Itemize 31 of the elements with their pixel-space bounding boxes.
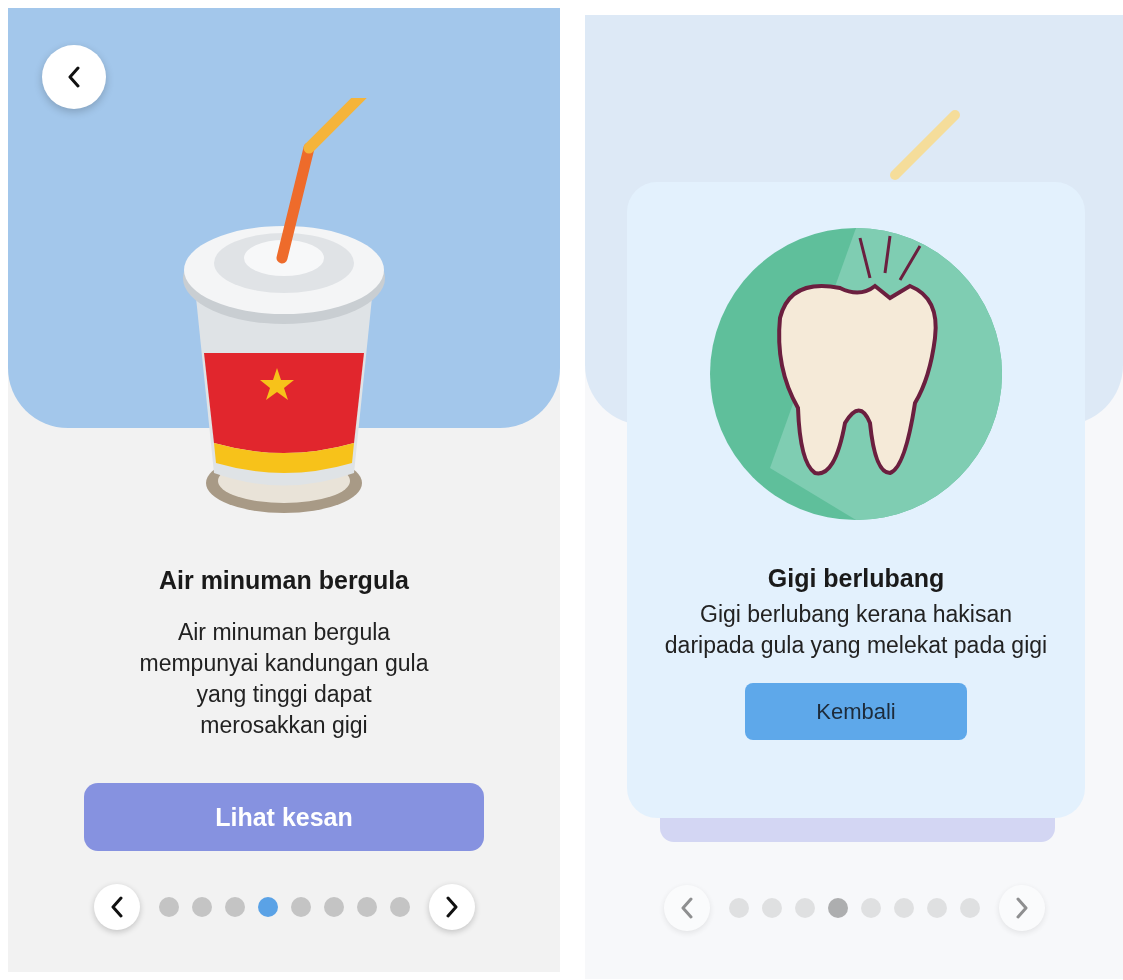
back-button[interactable]: Kembali xyxy=(745,683,967,740)
chevron-left-icon xyxy=(109,896,124,918)
page-dot[interactable] xyxy=(290,897,311,917)
page-dot[interactable] xyxy=(158,897,179,917)
modal-title: Gigi berlubang xyxy=(767,564,945,593)
view-effect-button[interactable]: Lihat kesan xyxy=(84,783,484,851)
modal-description: Gigi berlubang kerana hakisan daripada gula yang melekat pada gigi xyxy=(663,600,1049,660)
page-dot[interactable] xyxy=(926,898,947,918)
chevron-right-icon xyxy=(444,896,459,918)
page-dot[interactable] xyxy=(728,898,749,918)
page-dot[interactable] xyxy=(356,897,377,917)
page-dot[interactable] xyxy=(257,897,278,917)
back-button[interactable] xyxy=(42,45,106,109)
chevron-right-icon xyxy=(1014,897,1029,919)
page-dot[interactable] xyxy=(893,898,914,918)
chevron-left-icon xyxy=(67,66,81,88)
page-dot[interactable] xyxy=(761,898,782,918)
card-title: Air minuman bergula xyxy=(158,566,409,595)
previous-button[interactable] xyxy=(93,884,140,930)
page-dot[interactable] xyxy=(794,898,815,918)
page-dot[interactable] xyxy=(959,898,980,918)
page-dot[interactable] xyxy=(827,898,848,918)
page-dot[interactable] xyxy=(860,898,881,918)
chevron-left-icon xyxy=(679,897,694,919)
next-button[interactable] xyxy=(428,884,475,930)
page-dot[interactable] xyxy=(389,897,410,917)
page-dot[interactable] xyxy=(191,897,212,917)
card-description: Air minuman bergula mempunyai kandungan gula yang tinggi dapat merosakkan gigi xyxy=(138,618,430,740)
straw-icon xyxy=(890,110,960,180)
page-dot[interactable] xyxy=(323,897,344,917)
page-dot[interactable] xyxy=(224,897,245,917)
